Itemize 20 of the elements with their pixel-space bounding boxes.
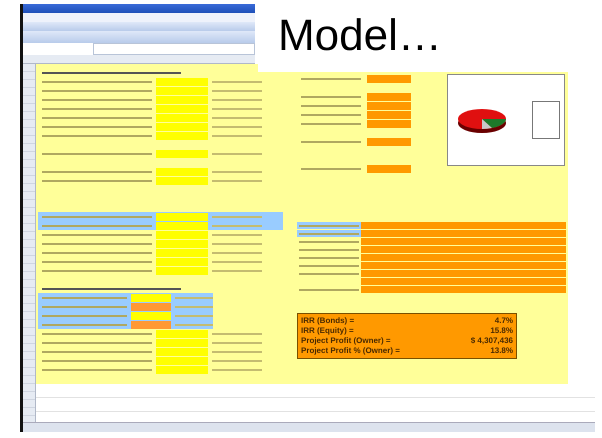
summary-value: $ 4,307,436 [470,336,513,346]
output-cell [367,74,411,82]
summary-value: 13.8% [490,346,513,356]
output-cell [130,302,171,310]
sheet-tabs[interactable] [23,422,595,432]
summary-label: IRR (Equity) = [301,326,354,336]
output-cell [367,138,411,146]
summary-label: Project Profit % (Owner) = [301,346,400,356]
summary-label: Project Profit (Owner) = [301,336,391,346]
input-cell [130,294,171,302]
toolbar[interactable] [23,22,255,31]
output-cell [130,320,171,328]
toolbar[interactable] [23,31,255,43]
input-cell [130,312,171,320]
output-cell [367,164,411,172]
summary-value: 4.7% [494,316,513,326]
input-cell [156,150,208,158]
summary-value: 15.8% [490,326,513,336]
formula-bar[interactable] [93,43,255,55]
summary-label: IRR (Bonds) = [301,316,354,326]
